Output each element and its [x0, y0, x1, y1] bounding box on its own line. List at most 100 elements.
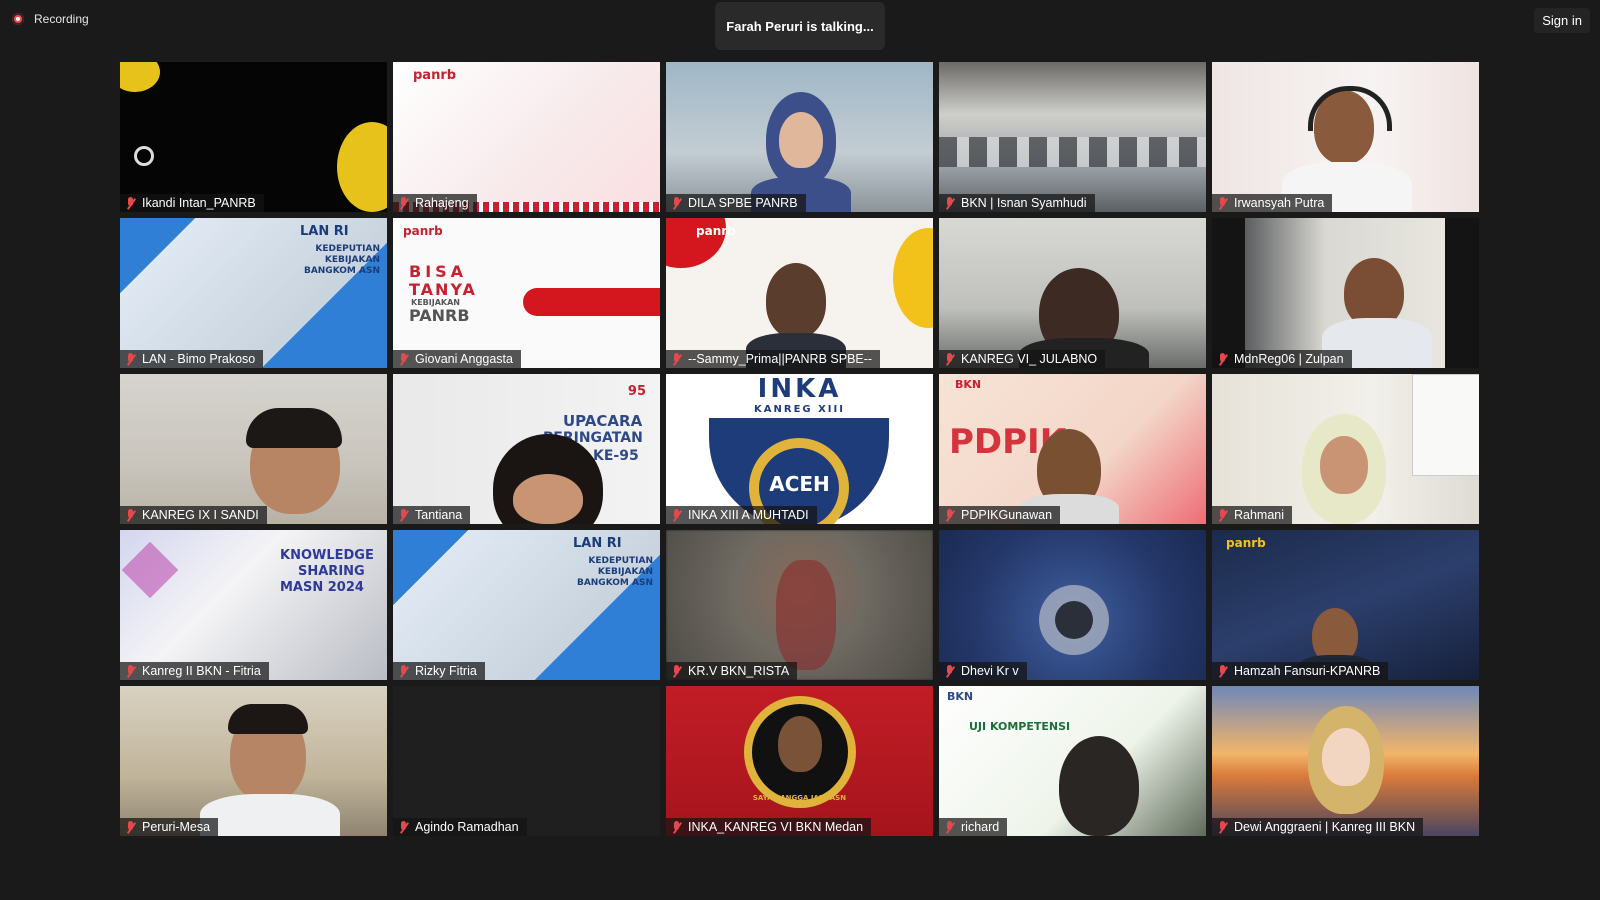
mic-muted-icon — [126, 352, 136, 366]
participant-tile[interactable]: Dewi Anggraeni | Kanreg III BKN — [1212, 686, 1479, 836]
participant-name: Peruri-Mesa — [142, 820, 211, 834]
participant-tile[interactable]: Agindo Ramadhan — [393, 686, 660, 836]
participant-label: Dewi Anggraeni | Kanreg III BKN — [1212, 818, 1424, 836]
participant-label: richard — [939, 818, 1008, 836]
mic-muted-icon — [126, 664, 136, 678]
participant-tile[interactable]: BKN PDPIK PDPIKGunawan — [939, 374, 1206, 524]
participant-name: Rahmani — [1234, 508, 1285, 522]
mic-muted-icon — [945, 508, 955, 522]
participant-tile[interactable]: Irwansyah Putra — [1212, 62, 1479, 212]
participant-tile[interactable]: Peruri-Mesa — [120, 686, 387, 836]
participant-tile[interactable]: panrb Hamzah Fansuri-KPANRB — [1212, 530, 1479, 680]
mic-muted-icon — [945, 820, 955, 834]
participant-tile[interactable]: KNOWLEDGE SHARING MASN 2024 Kanreg II BK… — [120, 530, 387, 680]
recording-label: Recording — [34, 12, 89, 26]
participant-name: Tantiana — [415, 508, 463, 522]
participant-name: Ikandi Intan_PANRB — [142, 196, 256, 210]
participant-tile[interactable]: INKA KANREG XIII ACEH INKA XIII A MUHTAD… — [666, 374, 933, 524]
mic-muted-icon — [126, 508, 136, 522]
participant-tile[interactable]: KR.V BKN_RISTA — [666, 530, 933, 680]
mic-muted-icon — [1218, 820, 1228, 834]
participant-name: INKA_KANREG VI BKN Medan — [688, 820, 864, 834]
panrb-logo: panrb — [403, 224, 443, 238]
panrb-logo: panrb — [413, 68, 457, 83]
participant-label: KANREG IX I SANDI — [120, 506, 267, 524]
participant-label: Rahajeng — [393, 194, 477, 212]
mic-muted-icon — [672, 352, 682, 366]
mic-muted-icon — [945, 196, 955, 210]
mic-muted-icon — [399, 508, 409, 522]
participant-label: Kanreg II BKN - Fitria — [120, 662, 269, 680]
participant-name: DILA SPBE PANRB — [688, 196, 798, 210]
participant-tile[interactable]: KANREG IX I SANDI — [120, 374, 387, 524]
participant-name: Agindo Ramadhan — [415, 820, 519, 834]
sign-in-button[interactable]: Sign in — [1534, 8, 1590, 33]
mic-muted-icon — [399, 664, 409, 678]
participant-label: MdnReg06 | Zulpan — [1212, 350, 1352, 368]
participant-tile[interactable]: LAN RI KEDEPUTIAN KEBIJAKAN BANGKOM ASN … — [393, 530, 660, 680]
participant-tile[interactable]: Ikandi Intan_PANRB — [120, 62, 387, 212]
participant-label: Rahmani — [1212, 506, 1293, 524]
participant-name: Kanreg II BKN - Fitria — [142, 664, 261, 678]
participant-tile[interactable]: Dhevi Kr v — [939, 530, 1206, 680]
lan-ri-logo: LAN RI — [300, 224, 349, 239]
participant-label: DILA SPBE PANRB — [666, 194, 806, 212]
participant-name: Giovani Anggasta — [415, 352, 513, 366]
participant-name: Irwansyah Putra — [1234, 196, 1325, 210]
mic-muted-icon — [672, 508, 682, 522]
participant-name: Dhevi Kr v — [961, 664, 1019, 678]
mic-muted-icon — [945, 352, 955, 366]
participant-name: KANREG VI_ JULABNO — [961, 352, 1098, 366]
participant-label: Ikandi Intan_PANRB — [120, 194, 264, 212]
participant-name: INKA XIII A MUHTADI — [688, 508, 809, 522]
participant-tile[interactable]: Rahmani — [1212, 374, 1479, 524]
active-speaker-toast: Farah Peruri is talking... — [715, 2, 885, 50]
mic-muted-icon — [1218, 196, 1228, 210]
participant-name: BKN | Isnan Syamhudi — [961, 196, 1087, 210]
participant-label: Hamzah Fansuri-KPANRB — [1212, 662, 1389, 680]
participant-label: INKA_KANREG VI BKN Medan — [666, 818, 872, 836]
participant-grid: Ikandi Intan_PANRB panrb Rahajeng DILA S… — [120, 62, 1479, 836]
mic-muted-icon — [672, 820, 682, 834]
participant-tile[interactable]: panrb Rahajeng — [393, 62, 660, 212]
participant-label: PDPIKGunawan — [939, 506, 1061, 524]
participant-name: PDPIKGunawan — [961, 508, 1053, 522]
mic-muted-icon — [126, 820, 136, 834]
participant-label: KANREG VI_ JULABNO — [939, 350, 1106, 368]
participant-label: BKN | Isnan Syamhudi — [939, 194, 1095, 212]
participant-label: Tantiana — [393, 506, 471, 524]
participant-label: Giovani Anggasta — [393, 350, 521, 368]
participant-name: LAN - Bimo Prakoso — [142, 352, 256, 366]
participant-tile[interactable]: 95 UPACARA PERINGATAN KE-95 Tantiana — [393, 374, 660, 524]
participant-label: INKA XIII A MUHTADI — [666, 506, 817, 524]
participant-label: LAN - Bimo Prakoso — [120, 350, 264, 368]
mic-muted-icon — [1218, 352, 1228, 366]
mic-muted-icon — [672, 664, 682, 678]
participant-name: KR.V BKN_RISTA — [688, 664, 790, 678]
recording-indicator: Recording — [12, 12, 89, 26]
participant-name: Rizky Fitria — [415, 664, 477, 678]
participant-tile[interactable]: panrb BISA TANYA KEBIJAKAN PANRB Giovani… — [393, 218, 660, 368]
mic-muted-icon — [1218, 664, 1228, 678]
participant-tile[interactable]: LAN RI KEDEPUTIAN KEBIJAKAN BANGKOM ASN … — [120, 218, 387, 368]
participant-label: Rizky Fitria — [393, 662, 485, 680]
participant-name: Hamzah Fansuri-KPANRB — [1234, 664, 1381, 678]
participant-label: Agindo Ramadhan — [393, 818, 527, 836]
panrb-logo: panrb — [696, 224, 736, 238]
participant-tile[interactable]: BKN UJI KOMPETENSI richard — [939, 686, 1206, 836]
mic-muted-icon — [126, 196, 136, 210]
participant-tile[interactable]: BKN | Isnan Syamhudi — [939, 62, 1206, 212]
mic-muted-icon — [399, 196, 409, 210]
participant-label: Dhevi Kr v — [939, 662, 1027, 680]
mic-muted-icon — [1218, 508, 1228, 522]
participant-label: Irwansyah Putra — [1212, 194, 1333, 212]
mic-muted-icon — [672, 196, 682, 210]
participant-tile[interactable]: MdnReg06 | Zulpan — [1212, 218, 1479, 368]
participant-tile[interactable]: KANREG VI_ JULABNO — [939, 218, 1206, 368]
participant-name: MdnReg06 | Zulpan — [1234, 352, 1344, 366]
participant-tile[interactable]: SAYA BANGGA JADI ASN INKA_KANREG VI BKN … — [666, 686, 933, 836]
participant-tile[interactable]: panrb --Sammy_Prima||PANRB SPBE-- — [666, 218, 933, 368]
participant-tile[interactable]: DILA SPBE PANRB — [666, 62, 933, 212]
lan-ri-logo: LAN RI — [573, 536, 622, 551]
participant-label: KR.V BKN_RISTA — [666, 662, 798, 680]
